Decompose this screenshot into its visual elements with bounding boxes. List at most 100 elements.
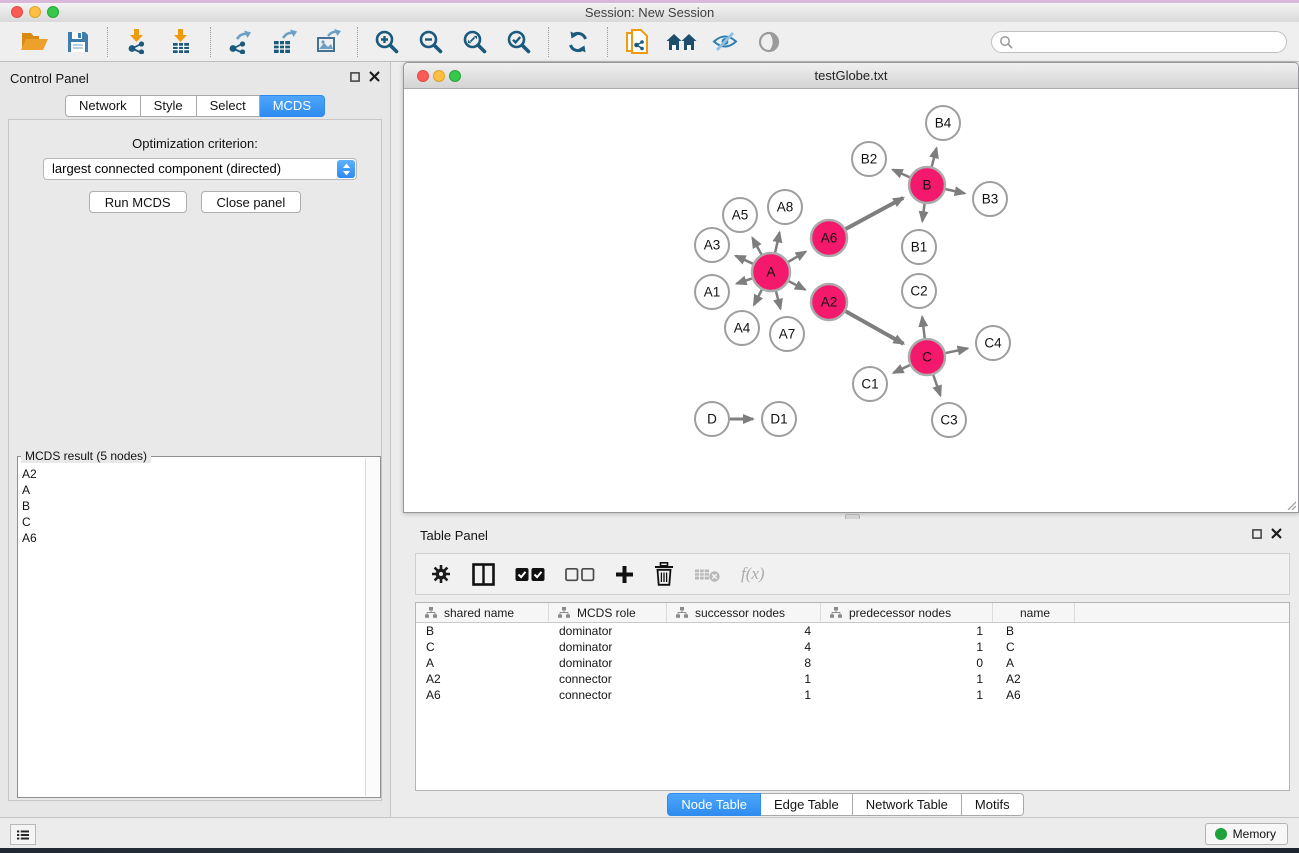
add-column-button[interactable] bbox=[615, 565, 634, 584]
select-all-rows-button[interactable] bbox=[515, 567, 545, 582]
mcds-result-scrollbar[interactable] bbox=[365, 458, 379, 796]
import-network-button[interactable] bbox=[121, 26, 153, 58]
network-minimize-button[interactable] bbox=[433, 70, 445, 82]
export-network-button[interactable] bbox=[224, 26, 256, 58]
first-neighbors-button[interactable] bbox=[665, 26, 697, 58]
table-cell[interactable]: dominator bbox=[549, 640, 667, 654]
edge-C-C4[interactable] bbox=[946, 348, 968, 353]
tab-node-table[interactable]: Node Table bbox=[667, 793, 761, 816]
edge-B-B3[interactable] bbox=[946, 189, 965, 193]
edge-B-B2[interactable] bbox=[893, 170, 910, 178]
edge-A-A5[interactable] bbox=[752, 238, 761, 255]
show-hidden-button[interactable] bbox=[753, 26, 785, 58]
table-cell[interactable]: A2 bbox=[416, 672, 549, 686]
deselect-all-rows-button[interactable] bbox=[565, 567, 595, 582]
table-cell[interactable]: connector bbox=[549, 672, 667, 686]
open-session-button[interactable] bbox=[18, 26, 50, 58]
table-cell[interactable]: 1 bbox=[821, 688, 993, 702]
close-panel-button[interactable]: Close panel bbox=[201, 191, 302, 213]
save-session-button[interactable] bbox=[62, 26, 94, 58]
edge-A-A4[interactable] bbox=[754, 290, 762, 305]
edge-B-B4[interactable] bbox=[932, 148, 937, 166]
zoom-fit-button[interactable] bbox=[459, 26, 491, 58]
tab-edge-table[interactable]: Edge Table bbox=[761, 793, 853, 816]
table-cell[interactable]: 8 bbox=[667, 656, 821, 670]
zoom-out-button[interactable] bbox=[415, 26, 447, 58]
optimization-criterion-select[interactable]: largest connected component (directed) bbox=[43, 158, 357, 180]
float-panel-icon[interactable] bbox=[1252, 529, 1262, 539]
tab-style[interactable]: Style bbox=[141, 95, 197, 117]
table-cell[interactable]: A6 bbox=[993, 688, 1075, 702]
tab-mcds[interactable]: MCDS bbox=[260, 95, 325, 117]
edge-A-A6[interactable] bbox=[788, 252, 805, 262]
delete-table-button[interactable] bbox=[694, 566, 721, 583]
table-row[interactable]: Cdominator41C bbox=[416, 639, 1289, 655]
network-maximize-button[interactable] bbox=[449, 70, 461, 82]
table-cell[interactable]: 1 bbox=[667, 688, 821, 702]
maximize-window-button[interactable] bbox=[47, 6, 59, 18]
table-cell[interactable]: B bbox=[416, 624, 549, 638]
function-builder-button[interactable]: f(x) bbox=[741, 564, 765, 584]
table-cell[interactable]: C bbox=[416, 640, 549, 654]
zoom-in-button[interactable] bbox=[371, 26, 403, 58]
task-history-button[interactable] bbox=[10, 824, 36, 845]
mcds-result-item[interactable]: A2 bbox=[22, 466, 364, 482]
mcds-result-item[interactable]: A bbox=[22, 482, 364, 498]
close-panel-icon[interactable] bbox=[369, 71, 380, 82]
edge-B-B1[interactable] bbox=[922, 204, 924, 221]
edge-C-C1[interactable] bbox=[893, 365, 909, 373]
table-cell[interactable]: 1 bbox=[667, 672, 821, 686]
table-cell[interactable]: connector bbox=[549, 688, 667, 702]
network-close-button[interactable] bbox=[417, 70, 429, 82]
column-header-mcds-role[interactable]: MCDS role bbox=[549, 603, 667, 622]
duplicate-network-button[interactable] bbox=[621, 26, 653, 58]
mcds-result-item[interactable]: C bbox=[22, 514, 364, 530]
tab-motifs[interactable]: Motifs bbox=[962, 793, 1024, 816]
table-cell[interactable]: A2 bbox=[993, 672, 1075, 686]
column-header-shared-name[interactable]: shared name bbox=[416, 603, 549, 622]
memory-button[interactable]: Memory bbox=[1205, 823, 1288, 845]
export-table-button[interactable] bbox=[268, 26, 300, 58]
export-image-button[interactable] bbox=[312, 26, 344, 58]
table-cell[interactable]: 0 bbox=[821, 656, 993, 670]
mcds-result-list[interactable]: A2ABCA6 bbox=[22, 466, 364, 794]
table-row[interactable]: A6connector11A6 bbox=[416, 687, 1289, 703]
table-options-button[interactable] bbox=[430, 563, 452, 585]
edge-A-A3[interactable] bbox=[736, 256, 753, 264]
tab-select[interactable]: Select bbox=[197, 95, 260, 117]
import-table-button[interactable] bbox=[165, 26, 197, 58]
network-canvas[interactable]: AA1A2A3A4A5A6A7A8BB1B2B3B4CC1C2C3C4DD1 bbox=[405, 89, 1298, 512]
show-column-button[interactable] bbox=[472, 563, 495, 586]
table-cell[interactable]: 1 bbox=[821, 624, 993, 638]
table-cell[interactable]: A6 bbox=[416, 688, 549, 702]
edge-A-A2[interactable] bbox=[789, 281, 805, 289]
tab-network[interactable]: Network bbox=[65, 95, 141, 117]
network-graph[interactable]: AA1A2A3A4A5A6A7A8BB1B2B3B4CC1C2C3C4DD1 bbox=[405, 89, 1298, 512]
table-row[interactable]: Bdominator41B bbox=[416, 623, 1289, 639]
table-cell[interactable]: C bbox=[993, 640, 1075, 654]
close-panel-icon[interactable] bbox=[1271, 528, 1282, 539]
minimize-window-button[interactable] bbox=[29, 6, 41, 18]
table-cell[interactable]: dominator bbox=[549, 656, 667, 670]
table-cell[interactable]: 1 bbox=[821, 672, 993, 686]
table-row[interactable]: Adominator80A bbox=[416, 655, 1289, 671]
edge-A2-C[interactable] bbox=[846, 311, 904, 343]
column-header-predecessor-nodes[interactable]: predecessor nodes bbox=[821, 603, 993, 622]
table-cell[interactable]: 4 bbox=[667, 640, 821, 654]
mcds-result-item[interactable]: A6 bbox=[22, 530, 364, 546]
table-cell[interactable]: dominator bbox=[549, 624, 667, 638]
table-cell[interactable]: B bbox=[993, 624, 1075, 638]
table-cell[interactable]: A bbox=[416, 656, 549, 670]
table-cell[interactable]: 1 bbox=[821, 640, 993, 654]
edge-A-A1[interactable] bbox=[737, 278, 752, 283]
edge-A6-B[interactable] bbox=[846, 198, 904, 229]
delete-columns-button[interactable] bbox=[654, 562, 674, 586]
float-panel-icon[interactable] bbox=[350, 72, 360, 82]
node-table[interactable]: shared nameMCDS rolesuccessor nodesprede… bbox=[415, 602, 1290, 791]
table-cell[interactable]: A bbox=[993, 656, 1075, 670]
tab-network-table[interactable]: Network Table bbox=[853, 793, 962, 816]
window-resize-grip[interactable] bbox=[1286, 500, 1296, 510]
refresh-view-button[interactable] bbox=[562, 26, 594, 58]
search-input[interactable] bbox=[991, 31, 1287, 53]
column-header-name[interactable]: name bbox=[993, 603, 1075, 622]
